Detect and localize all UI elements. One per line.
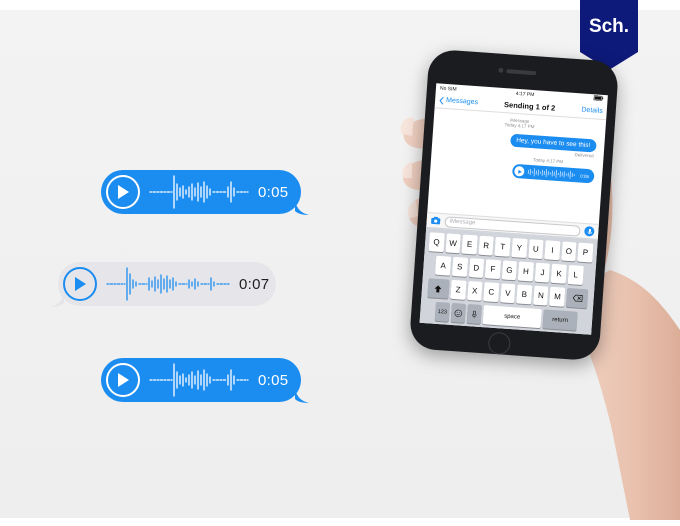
waveform-icon	[149, 175, 249, 209]
bubble-tail	[295, 201, 309, 215]
key[interactable]: E	[461, 234, 478, 255]
numbers-key[interactable]: 123	[434, 301, 451, 322]
voice-duration-3: 0:05	[258, 371, 289, 389]
shift-key[interactable]	[427, 278, 450, 299]
message-thread: iMessage Today 4:17 PM Hey, you have to …	[427, 108, 606, 224]
voice-duration-2: 0:07	[239, 275, 270, 293]
key[interactable]: N	[532, 285, 549, 306]
key[interactable]: D	[468, 258, 485, 279]
dictation-key[interactable]	[466, 304, 482, 324]
key[interactable]: P	[577, 242, 594, 263]
key[interactable]: T	[494, 236, 511, 257]
play-icon	[517, 169, 522, 174]
key[interactable]: Q	[428, 232, 445, 253]
play-button-1[interactable]	[106, 175, 140, 209]
voice-duration-1: 0:05	[258, 183, 289, 201]
waveform-icon	[149, 363, 249, 397]
key[interactable]: S	[451, 256, 468, 277]
phone-screen: No SIM 4:17 PM Messages Sending 1 of 2 D…	[419, 83, 608, 335]
audio-play-button[interactable]	[514, 165, 525, 177]
space-key[interactable]: space	[482, 305, 542, 329]
key[interactable]: C	[483, 282, 500, 303]
phone-device: No SIM 4:17 PM Messages Sending 1 of 2 D…	[408, 48, 620, 362]
voice-message-bubble-3: 0:05	[101, 358, 309, 403]
key[interactable]: B	[516, 284, 533, 305]
waveform-icon	[106, 267, 230, 301]
key[interactable]: J	[534, 262, 551, 283]
keyboard: Q W E R T Y U I O P A S D F G H J K L Z …	[419, 227, 598, 335]
bubble-tail	[295, 389, 309, 403]
key[interactable]: G	[501, 260, 518, 281]
key[interactable]: V	[499, 283, 516, 304]
mic-icon	[472, 310, 477, 318]
emoji-key[interactable]	[450, 302, 466, 323]
emoji-icon	[454, 309, 463, 317]
front-camera	[498, 67, 504, 73]
battery-icon	[593, 95, 604, 103]
play-icon	[118, 185, 129, 199]
home-button[interactable]	[487, 331, 512, 356]
key[interactable]: X	[466, 280, 483, 301]
key[interactable]: M	[549, 286, 566, 307]
play-button-2[interactable]	[63, 267, 97, 301]
back-label: Messages	[445, 97, 479, 107]
key[interactable]: W	[445, 233, 462, 254]
chevron-left-icon	[439, 96, 444, 105]
bubble-tail	[50, 293, 64, 307]
backspace-icon	[572, 294, 583, 302]
audio-message: 0:05	[511, 163, 595, 184]
key[interactable]: F	[484, 259, 501, 280]
key[interactable]: K	[551, 263, 568, 284]
nav-title: Sending 1 of 2	[503, 100, 556, 113]
waveform-icon	[527, 168, 575, 179]
key[interactable]: H	[518, 261, 534, 282]
mic-button[interactable]	[584, 225, 595, 237]
mic-icon	[587, 228, 592, 234]
key[interactable]: I	[544, 240, 561, 261]
shift-icon	[434, 284, 442, 293]
status-time: 4:17 PM	[515, 90, 535, 98]
back-button[interactable]: Messages	[439, 96, 478, 107]
sent-message: Hey, you have to see this!	[509, 133, 597, 153]
voice-message-bubble-1: 0:05	[101, 170, 309, 215]
key[interactable]: L	[567, 264, 584, 285]
carrier-text: No SIM	[439, 85, 457, 93]
key[interactable]: A	[435, 255, 452, 276]
camera-icon[interactable]	[430, 216, 441, 225]
play-icon	[118, 373, 129, 387]
key[interactable]: O	[561, 241, 577, 262]
audio-duration: 0:05	[580, 173, 590, 179]
play-icon	[75, 277, 86, 291]
key[interactable]: U	[527, 239, 544, 260]
voice-message-bubble-2: 0:07	[50, 262, 276, 307]
logo-text: Sch.	[588, 16, 630, 37]
backspace-key[interactable]	[566, 287, 589, 309]
details-button[interactable]: Details	[581, 106, 603, 114]
return-key[interactable]: return	[542, 309, 578, 331]
key[interactable]: R	[478, 235, 495, 256]
play-button-3[interactable]	[106, 363, 140, 397]
delivered-status: Delivered	[574, 152, 594, 159]
earpiece-speaker	[506, 69, 537, 76]
key[interactable]: Z	[450, 279, 467, 300]
key[interactable]: Y	[511, 237, 528, 258]
